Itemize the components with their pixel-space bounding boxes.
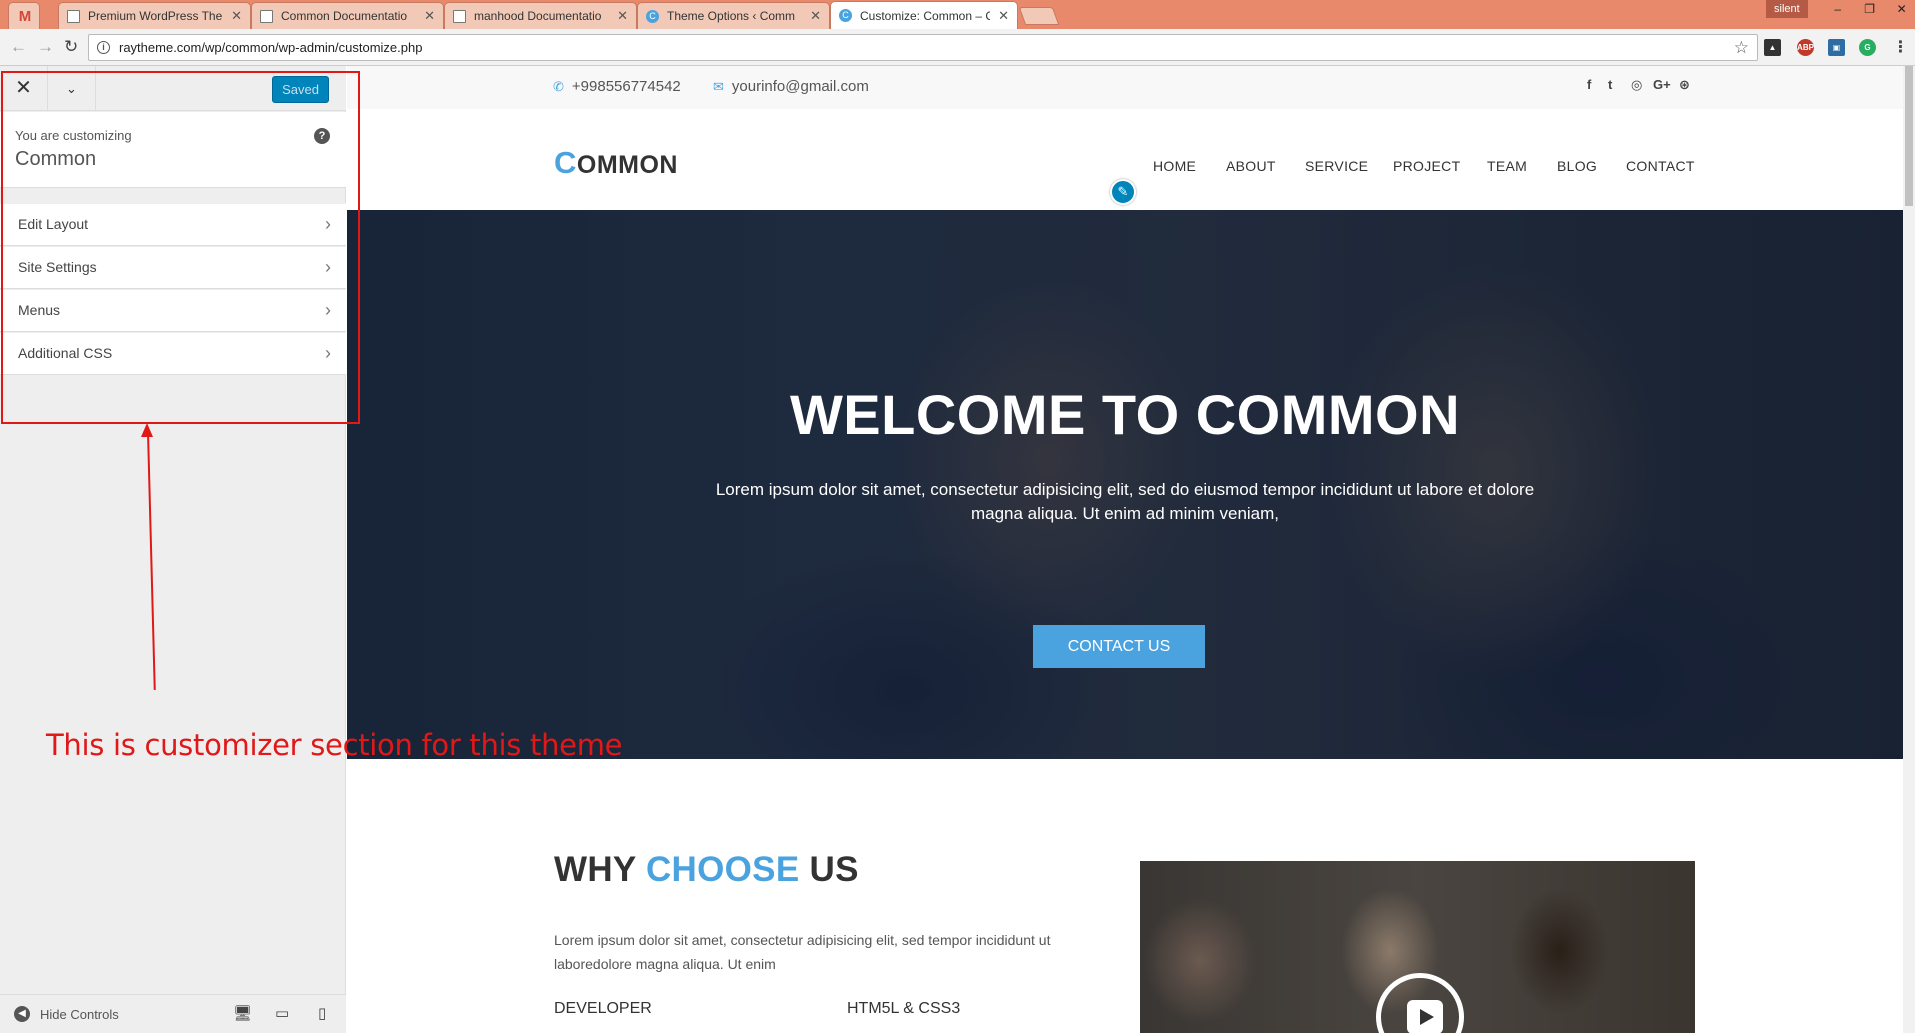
adblock-icon[interactable]: ABP	[1797, 39, 1814, 56]
nav-blog[interactable]: BLOG	[1557, 158, 1597, 174]
gmail-icon: M	[18, 7, 32, 25]
skill-developer: DEVELOPER	[554, 1000, 652, 1017]
facebook-icon[interactable]: f	[1587, 77, 1591, 92]
tablet-preview-icon[interactable]: ▭	[275, 1004, 289, 1022]
annotation-highlight-box	[1, 71, 360, 424]
close-icon[interactable]: ✕	[424, 8, 435, 24]
grammarly-icon[interactable]: G	[1859, 39, 1876, 56]
reload-icon[interactable]: ↻	[64, 37, 78, 57]
close-icon[interactable]: ✕	[810, 8, 821, 24]
restore-icon[interactable]: ❐	[1854, 0, 1886, 20]
tab-theme-options[interactable]: C Theme Options ‹ Comm ✕	[637, 2, 830, 29]
info-icon[interactable]: i	[97, 41, 110, 54]
skill-html-css: HTM5L & CSS3	[847, 1000, 961, 1017]
mobile-preview-icon[interactable]: ▯	[318, 1004, 326, 1022]
url-input[interactable]: i raytheme.com/wp/common/wp-admin/custom…	[88, 34, 1758, 61]
tab-gmail[interactable]: M	[8, 2, 40, 29]
play-icon[interactable]	[1376, 973, 1464, 1033]
forward-icon[interactable]: →	[37, 37, 54, 57]
tab-common-documentation[interactable]: Common Documentatio ✕	[251, 2, 444, 29]
window-controls: silent – ❐ ✕	[1766, 0, 1915, 20]
customizer-footer: ◀ Hide Controls 🖥 ▭ ▯	[0, 994, 346, 1033]
edit-pencil-icon[interactable]: ✎	[1110, 179, 1136, 205]
extension-save-icon[interactable]: ▣	[1828, 39, 1845, 56]
close-icon[interactable]: ✕	[998, 8, 1009, 24]
hero-section: WELCOME TO COMMON Lorem ipsum dolor sit …	[347, 210, 1903, 759]
desktop-preview-icon[interactable]: 🖥	[233, 1004, 252, 1022]
site-preview: ✆ +998556774542 ✉ yourinfo@gmail.com f t ◎…	[347, 66, 1903, 1033]
address-toolbar: ← → ↻ i raytheme.com/wp/common/wp-admin/…	[0, 29, 1915, 66]
back-icon[interactable]: ←	[10, 37, 27, 57]
tab-premium-wordpress[interactable]: Premium WordPress The ✕	[58, 2, 251, 29]
contact-us-button[interactable]: CONTACT US	[1033, 625, 1205, 668]
scrollbar-thumb[interactable]	[1905, 66, 1913, 206]
site-topbar: ✆ +998556774542 ✉ yourinfo@gmail.com f t ◎…	[347, 66, 1903, 109]
google-plus-icon[interactable]: G+	[1653, 77, 1671, 92]
instagram-icon[interactable]: ◎	[1631, 77, 1642, 93]
site-header: COMMON ✎ HOME ABOUT SERVICE PROJECT TEAM…	[347, 109, 1903, 210]
annotation-text: This is customizer section for this them…	[46, 728, 623, 762]
close-icon[interactable]: ✕	[617, 8, 628, 24]
nav-service[interactable]: SERVICE	[1305, 158, 1368, 174]
tab-customize-common[interactable]: C Customize: Common – C ✕	[830, 1, 1018, 29]
document-icon	[260, 9, 273, 23]
document-icon	[67, 9, 80, 23]
hero-title: WELCOME TO COMMON	[789, 383, 1461, 446]
nav-home[interactable]: HOME	[1153, 158, 1196, 174]
why-choose-us-text: Lorem ipsum dolor sit amet, consectetur …	[554, 932, 1051, 972]
nav-project[interactable]: PROJECT	[1393, 158, 1460, 174]
nav-team[interactable]: TEAM	[1487, 158, 1527, 174]
new-tab-button[interactable]	[1018, 7, 1060, 25]
hide-controls-button[interactable]: Hide Controls	[40, 1007, 119, 1022]
nav-about[interactable]: ABOUT	[1226, 158, 1276, 174]
preview-scrollbar[interactable]	[1903, 66, 1915, 1033]
minimize-icon[interactable]: –	[1822, 0, 1854, 20]
profile-badge[interactable]: silent	[1766, 0, 1808, 18]
site-logo[interactable]: COMMON	[554, 145, 678, 181]
document-icon	[453, 9, 466, 23]
url-text: raytheme.com/wp/common/wp-admin/customiz…	[119, 40, 423, 55]
close-window-icon[interactable]: ✕	[1886, 0, 1915, 20]
mail-icon: ✉	[713, 79, 724, 94]
phone-icon: ✆	[553, 79, 564, 94]
video-thumbnail[interactable]	[1140, 861, 1695, 1033]
twitter-icon[interactable]: t	[1608, 77, 1612, 92]
why-choose-us-title: WHY CHOOSE US	[554, 850, 859, 889]
browser-tab-bar: M Premium WordPress The ✕ Common Documen…	[0, 0, 1915, 29]
contact-phone: ✆ +998556774542	[553, 78, 681, 95]
nav-contact[interactable]: CONTACT	[1626, 158, 1695, 174]
site-icon: C	[839, 9, 852, 22]
bookmark-star-icon[interactable]: ☆	[1734, 35, 1749, 60]
site-icon: C	[646, 9, 659, 23]
extension-cursor-icon[interactable]: ▲	[1764, 39, 1781, 56]
close-icon[interactable]: ✕	[231, 8, 242, 24]
hide-controls-icon[interactable]: ◀	[14, 1006, 30, 1022]
contact-email: ✉ yourinfo@gmail.com	[713, 78, 869, 95]
tab-manhood-documentation[interactable]: manhood Documentatio ✕	[444, 2, 637, 29]
hero-text: Lorem ipsum dolor sit amet, consectetur …	[715, 480, 1535, 523]
dribbble-icon[interactable]: ⊛	[1679, 77, 1690, 93]
menu-dots-icon[interactable]: ⋮	[1892, 39, 1909, 56]
